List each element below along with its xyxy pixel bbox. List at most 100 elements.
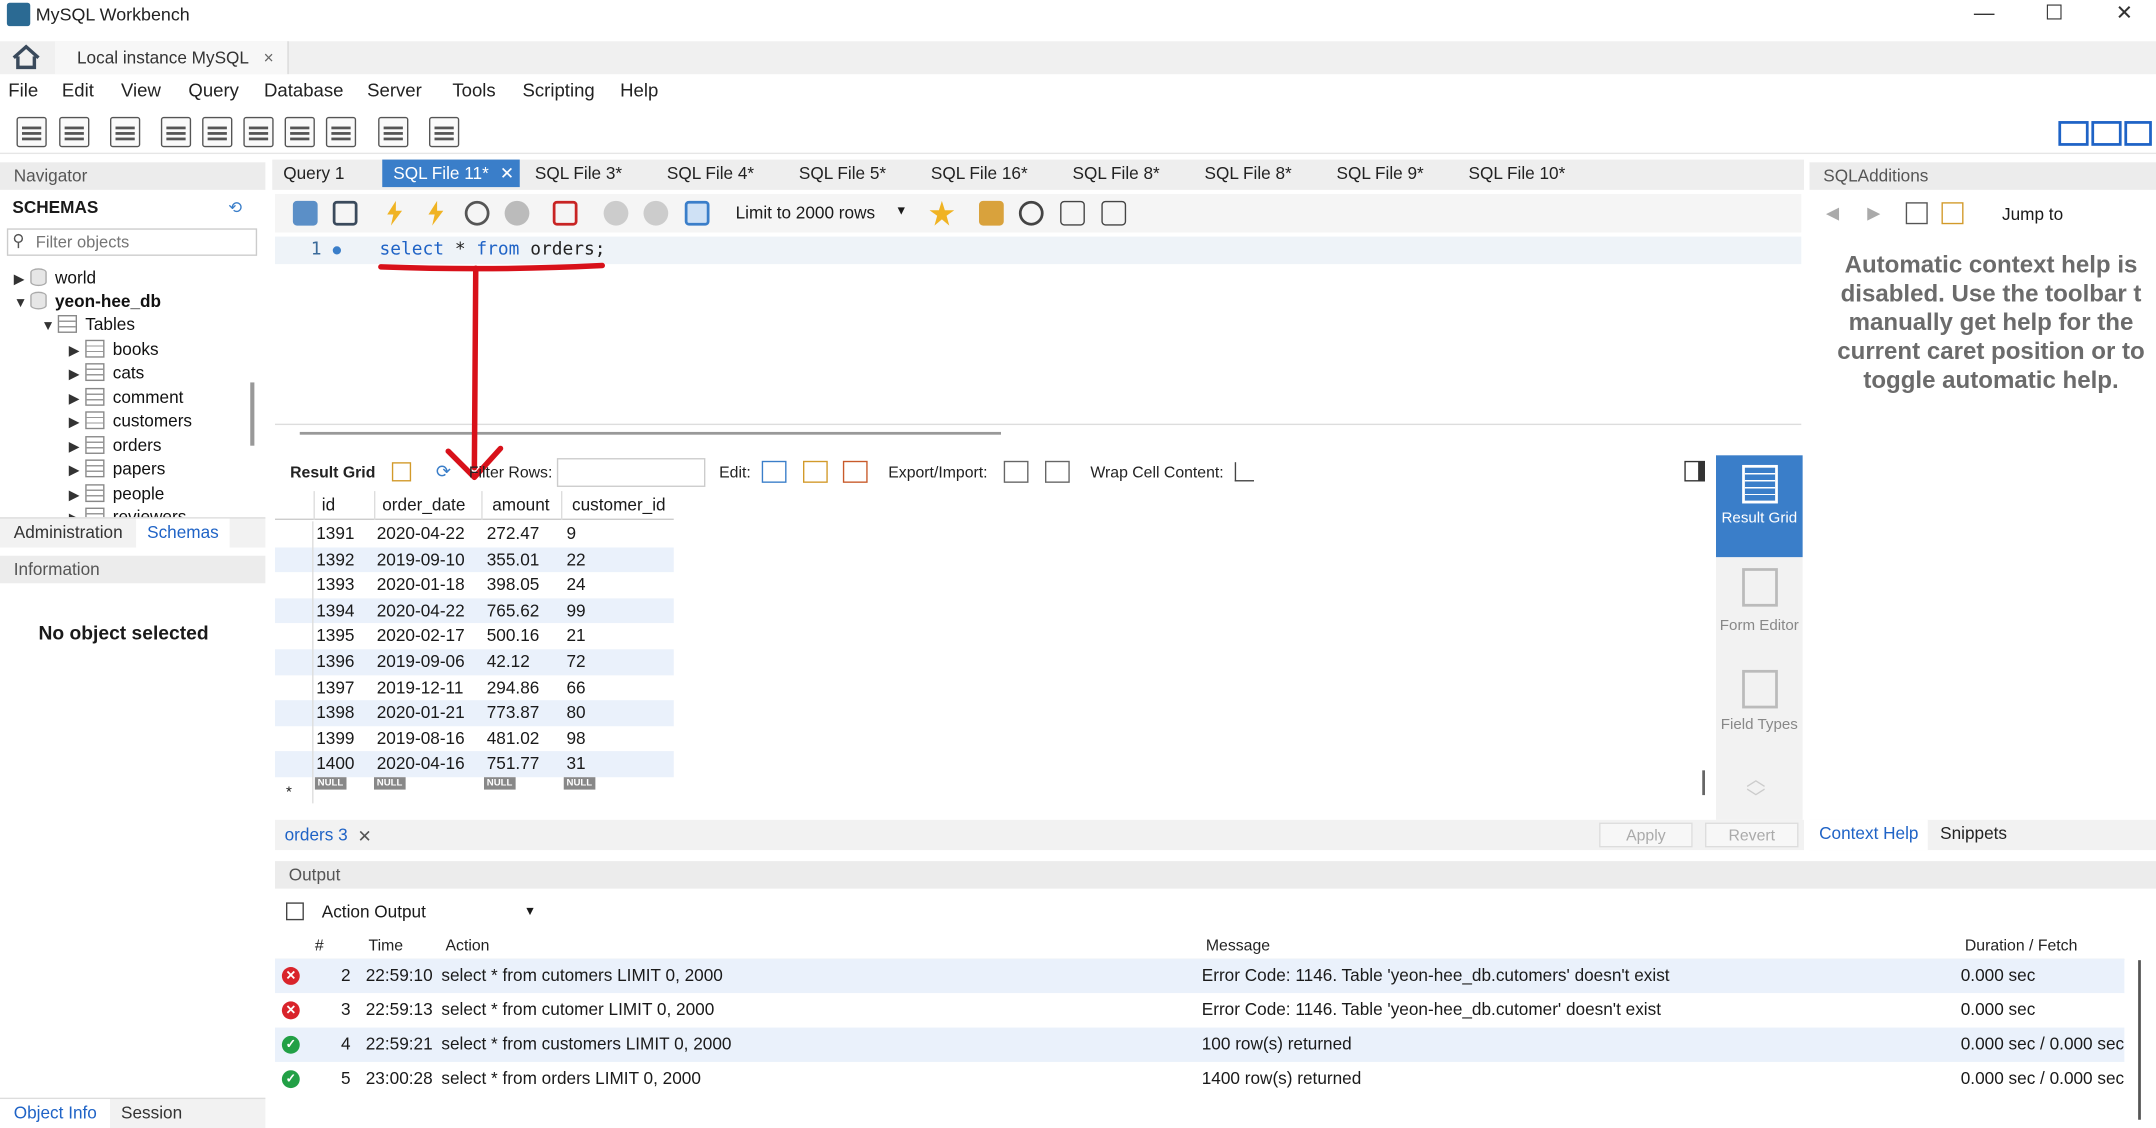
apply-button[interactable]: Apply — [1599, 822, 1693, 848]
grid-cell-id[interactable]: 1398 — [316, 700, 354, 725]
more-chevron-icon[interactable]: ︿ ﹀ — [1746, 769, 1765, 808]
null-badge: NULL — [374, 777, 406, 790]
output-row[interactable]: ✓ 4 22:59:21 select * from customers LIMIT … — [275, 1027, 2125, 1062]
grid-cell-customer-id[interactable]: 99 — [567, 598, 586, 623]
grid-cell-id[interactable]: 1396 — [316, 649, 354, 674]
back-arrow-icon[interactable]: ◀ — [1826, 202, 1839, 223]
auto-help-icon[interactable] — [1941, 202, 1964, 225]
grid-row[interactable]: 1398 2020-01-21 773.87 80 — [275, 700, 674, 726]
grid-row[interactable]: 1392 2019-09-10 355.01 22 — [275, 546, 674, 573]
column-header-amount[interactable]: amount — [492, 492, 549, 517]
filter-rows-input[interactable] — [556, 458, 706, 487]
grid-cell-customer-id[interactable]: 24 — [567, 573, 586, 598]
grid-cell-amount[interactable]: 398.05 — [487, 573, 540, 598]
grid-cell-id[interactable]: 1394 — [316, 598, 354, 623]
grid-cell-amount[interactable]: 42.12 — [487, 649, 530, 674]
new-row-marker[interactable]: * — [286, 784, 292, 801]
grid-cell-id[interactable]: 1393 — [316, 573, 354, 598]
grid-row[interactable]: 1391 2020-04-22 272.47 9 — [275, 521, 674, 547]
delete-row-icon[interactable] — [842, 460, 868, 483]
column-header-customer-id[interactable]: customer_id — [572, 492, 666, 517]
export-icon[interactable] — [1003, 460, 1029, 483]
copy-output-icon[interactable] — [286, 902, 304, 921]
insert-row-icon[interactable] — [803, 460, 828, 483]
grid-cell-id[interactable]: 1400 — [316, 752, 354, 777]
grid-row[interactable]: 1396 2019-09-06 42.12 72 — [275, 649, 674, 675]
output-num: 4 — [341, 1034, 351, 1054]
grid-cell-order-date[interactable]: 2020-04-22 — [377, 598, 465, 623]
edit-row-icon[interactable] — [761, 460, 787, 483]
output-row[interactable]: ✓ 5 23:00:28 select * from orders LIMIT 0, … — [275, 1061, 2125, 1097]
forward-arrow-icon[interactable]: ▶ — [1867, 202, 1880, 223]
grid-cell-amount[interactable]: 294.86 — [487, 675, 540, 700]
output-message: Error Code: 1146. Table 'yeon-hee_db.cut… — [1201, 1000, 1661, 1020]
grid-cell-amount[interactable]: 773.87 — [487, 700, 540, 725]
manual-help-icon[interactable] — [1905, 202, 1928, 225]
null-badge: NULL — [314, 777, 347, 790]
grid-cell-order-date[interactable]: 2020-01-21 — [377, 700, 465, 725]
result-grid-button[interactable]: Result Grid — [1716, 455, 1803, 558]
grid-cell-id[interactable]: 1392 — [316, 547, 354, 572]
import-icon[interactable] — [1045, 460, 1070, 483]
form-editor-button[interactable]: Form Editor — [1716, 563, 1803, 659]
grid-cell-id[interactable]: 1395 — [316, 624, 354, 649]
output-duration: 0.000 sec / 0.000 sec — [1960, 1034, 2125, 1054]
chevron-down-icon[interactable]: ▼ — [524, 904, 536, 918]
grid-cell-amount[interactable]: 355.01 — [487, 547, 540, 572]
grid-cell-customer-id[interactable]: 66 — [567, 675, 586, 700]
grid-cell-order-date[interactable]: 2019-09-06 — [377, 649, 465, 674]
grid-cell-customer-id[interactable]: 80 — [567, 700, 586, 725]
grid-cell-order-date[interactable]: 2019-12-11 — [377, 675, 464, 700]
grid-cell-customer-id[interactable]: 22 — [567, 547, 586, 572]
grid-cell-amount[interactable]: 751.77 — [487, 752, 540, 777]
grid-row[interactable]: 1399 2019-08-16 481.02 98 — [275, 726, 674, 752]
output-message: Error Code: 1146. Table 'yeon-hee_db.cut… — [1201, 965, 1670, 985]
close-result-tab-icon[interactable]: ✕ — [358, 825, 372, 846]
grid-cell-amount[interactable]: 272.47 — [487, 521, 540, 546]
grid-cell-order-date[interactable]: 2020-02-17 — [377, 624, 465, 649]
grid-cell-id[interactable]: 1399 — [316, 726, 354, 751]
result-tab-orders-3[interactable]: orders 3 — [285, 825, 348, 844]
grid-cell-amount[interactable]: 481.02 — [487, 726, 540, 751]
grid-cell-amount[interactable]: 765.62 — [487, 598, 540, 623]
tab-context-help[interactable]: Context Help — [1809, 819, 1929, 851]
output-row[interactable]: ✕ 3 22:59:13 select * from cutomer LIMIT 0,… — [275, 993, 2125, 1028]
field-types-button[interactable]: Field Types — [1716, 664, 1803, 760]
grid-row[interactable]: 1395 2020-02-17 500.16 21 — [275, 623, 674, 650]
output-type-select[interactable]: Action Output — [322, 902, 426, 921]
output-scrollbar[interactable] — [2138, 960, 2141, 1120]
grid-cell-customer-id[interactable]: 9 — [567, 521, 577, 546]
grid-row[interactable]: 1394 2020-04-22 765.62 99 — [275, 598, 674, 624]
grid-cell-customer-id[interactable]: 31 — [567, 752, 586, 777]
sql-additions-panel: SQLAdditions ◀ ▶ Jump to Automatic conte… — [1809, 162, 2156, 851]
grid-row[interactable]: 1393 2020-01-18 398.05 24 — [275, 572, 674, 598]
row-selector-column[interactable] — [275, 521, 314, 804]
column-header-id[interactable]: id — [322, 492, 335, 517]
wrap-cell-icon[interactable] — [1234, 462, 1254, 482]
grid-cell-order-date[interactable]: 2019-08-16 — [377, 726, 465, 751]
grid-cell-order-date[interactable]: 2020-04-22 — [377, 521, 465, 546]
grid-row[interactable]: 1400 2020-04-16 751.77 31 — [275, 751, 674, 778]
grid-cell-id[interactable]: 1397 — [316, 675, 354, 700]
grid-cell-customer-id[interactable]: 98 — [567, 726, 586, 751]
tab-snippets[interactable]: Snippets — [1940, 824, 2007, 843]
grid-cell-order-date[interactable]: 2020-01-18 — [377, 573, 465, 598]
revert-button[interactable]: Revert — [1705, 822, 1799, 848]
grid-row[interactable]: 1397 2019-12-11 294.86 66 — [275, 674, 674, 701]
toggle-panel-icon[interactable] — [1684, 460, 1705, 482]
result-grid[interactable]: id order_date amount customer_id 1391 202… — [275, 491, 674, 804]
grid-cell-customer-id[interactable]: 21 — [567, 624, 586, 649]
grid-view-icon[interactable] — [391, 462, 412, 482]
output-row[interactable]: ✕ 2 22:59:10 select * from cutomers LIMIT 0… — [275, 958, 2125, 994]
output-message: 1400 row(s) returned — [1201, 1068, 1362, 1089]
grid-cell-amount[interactable]: 500.16 — [487, 624, 540, 649]
grid-cell-order-date[interactable]: 2019-09-10 — [377, 547, 465, 572]
column-header-order-date[interactable]: order_date — [382, 492, 465, 517]
refresh-icon[interactable]: ⟳ — [436, 462, 458, 481]
grid-vertical-scrollbar[interactable] — [1702, 770, 1705, 796]
jump-to-select[interactable]: Jump to — [2002, 205, 2063, 224]
grid-cell-id[interactable]: 1391 — [316, 521, 354, 546]
output-message: 100 row(s) returned — [1201, 1034, 1352, 1054]
grid-cell-customer-id[interactable]: 72 — [567, 649, 586, 674]
grid-cell-order-date[interactable]: 2020-04-16 — [377, 752, 465, 777]
